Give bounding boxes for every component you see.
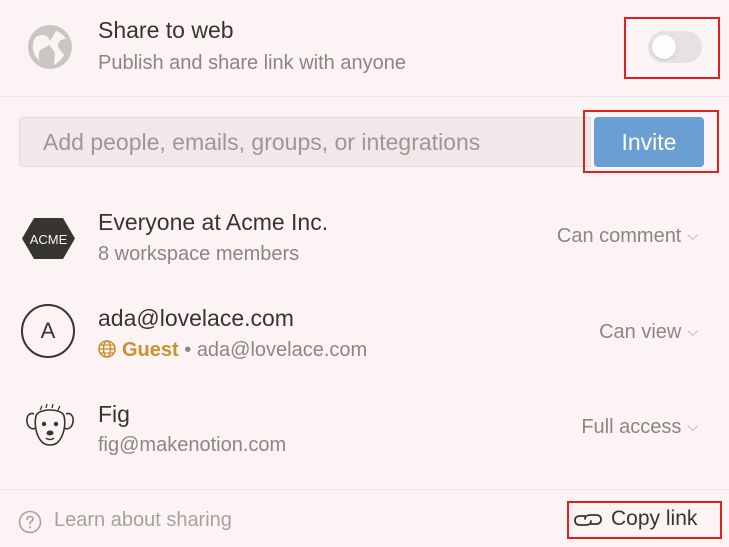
toggle-knob: [652, 35, 676, 59]
copy-link-button[interactable]: Copy link: [567, 501, 722, 539]
chevron-down-icon: ⌵: [687, 323, 698, 339]
member-name-ada: ada@lovelace.com: [98, 305, 294, 331]
share-to-web-toggle[interactable]: [648, 31, 702, 63]
share-to-web-toggle-highlight: [624, 17, 720, 79]
member-subtitle-ada: Guest • ada@lovelace.com: [98, 339, 367, 362]
chevron-down-icon: ⌵: [687, 418, 698, 434]
invite-input[interactable]: Add people, emails, groups, or integrati…: [19, 117, 591, 167]
permission-dropdown-fig[interactable]: Full access ⌵: [581, 416, 698, 439]
link-icon: [574, 514, 602, 526]
permission-label-ada: Can view: [599, 321, 682, 343]
invite-button[interactable]: Invite: [594, 117, 704, 167]
share-to-web-title: Share to web: [98, 17, 234, 43]
acme-logo-icon: ACME: [22, 218, 75, 259]
copy-link-label: Copy link: [611, 507, 698, 530]
permission-label-fig: Full access: [581, 416, 682, 438]
member-subtitle-acme: 8 workspace members: [98, 243, 300, 265]
member-subtitle-fig: fig@makenotion.com: [98, 434, 287, 456]
permission-dropdown-ada[interactable]: Can view ⌵: [599, 321, 698, 344]
avatar-ada: A: [21, 304, 75, 358]
separator-dot: •: [178, 339, 197, 361]
dog-avatar-icon: [26, 403, 74, 446]
share-panel: Share to web Publish and share link with…: [0, 0, 729, 547]
member-name-fig: Fig: [98, 401, 130, 427]
acme-logo-text: ACME: [30, 232, 68, 247]
globe-icon: [28, 25, 72, 69]
share-to-web-section: Share to web Publish and share link with…: [0, 0, 729, 97]
share-to-web-subtitle: Publish and share link with anyone: [98, 52, 406, 74]
permission-label-acme: Can comment: [556, 225, 682, 247]
footer: Learn about sharing Copy link: [0, 489, 729, 547]
help-icon: [18, 510, 42, 534]
globe-icon: [98, 340, 116, 358]
guest-badge: Guest: [122, 339, 179, 361]
member-name-acme: Everyone at Acme Inc.: [98, 209, 329, 235]
permission-dropdown-acme[interactable]: Can comment ⌵: [557, 225, 698, 248]
invite-button-highlight: Invite: [583, 110, 719, 173]
learn-about-sharing-link[interactable]: Learn about sharing: [54, 509, 232, 532]
chevron-down-icon: ⌵: [687, 227, 698, 243]
member-email-ada: ada@lovelace.com: [196, 339, 368, 361]
